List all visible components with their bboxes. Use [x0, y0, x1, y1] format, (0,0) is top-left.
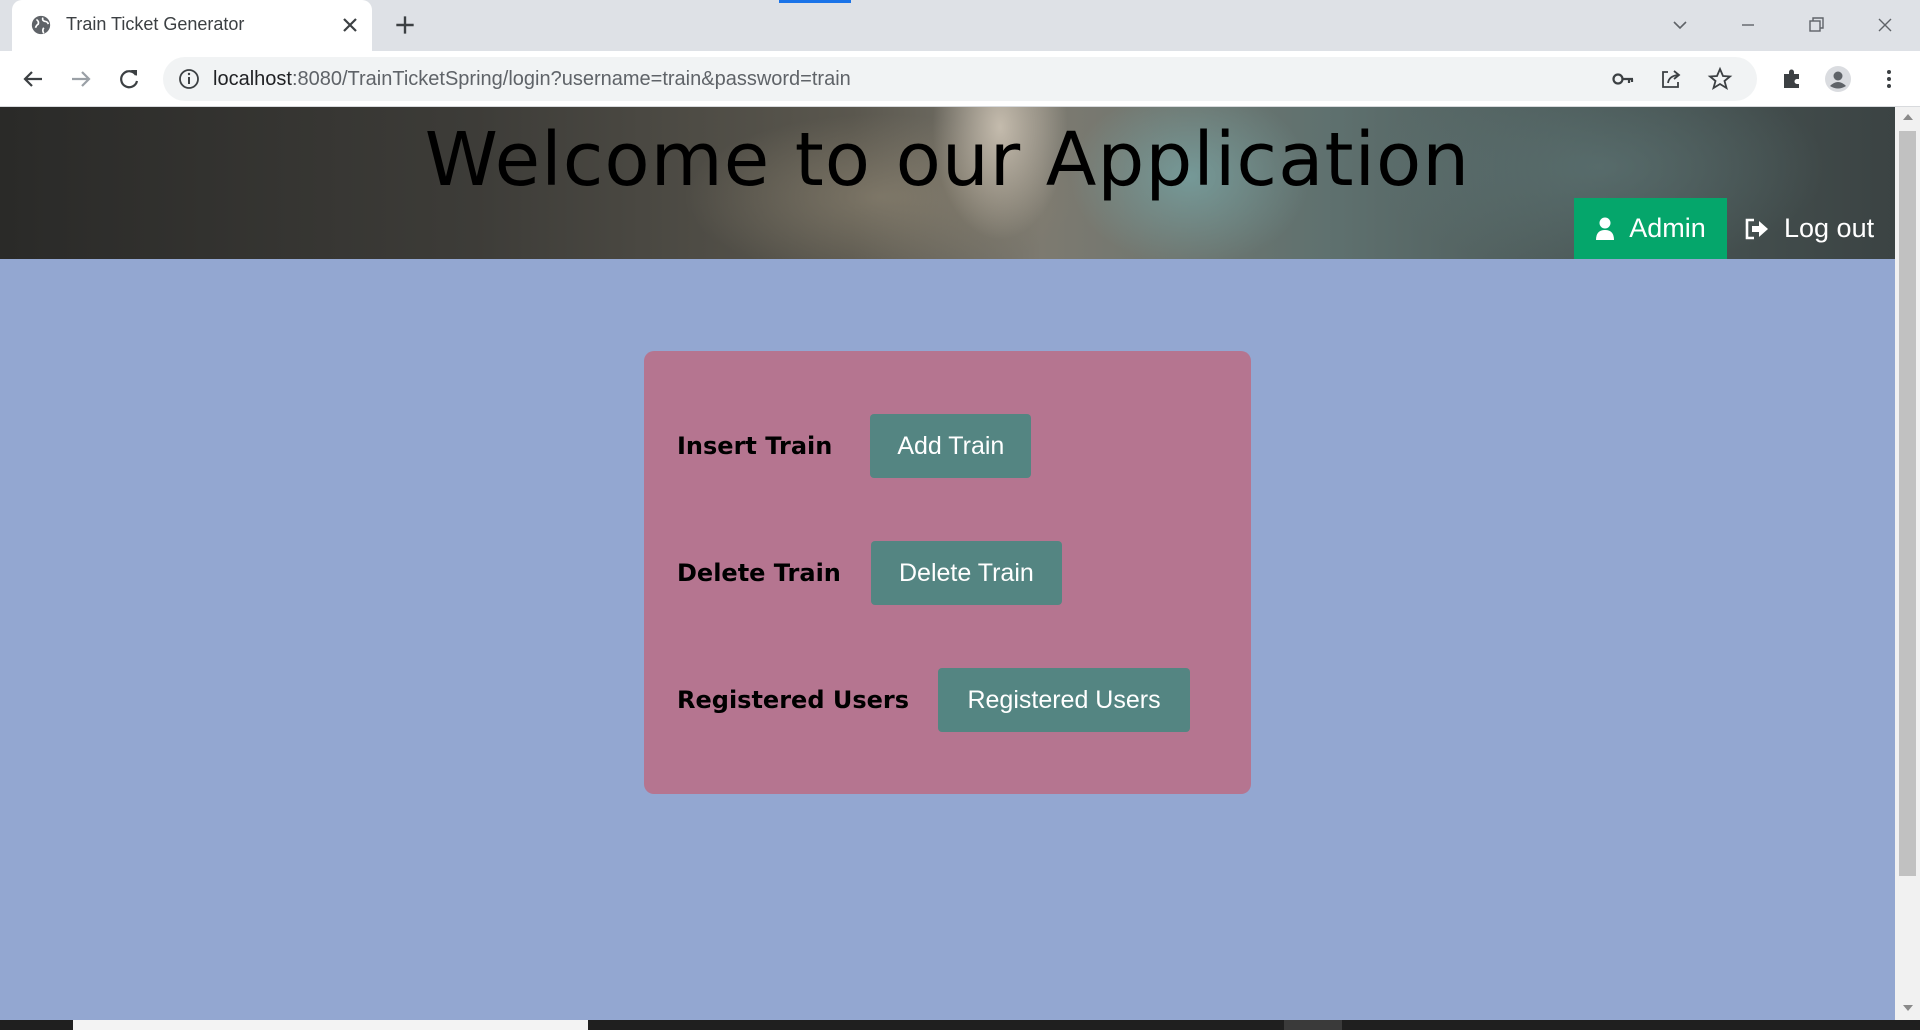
kebab-menu-icon[interactable] — [1874, 64, 1904, 94]
window-close-icon[interactable] — [1870, 10, 1900, 40]
page-viewport: Welcome to our Application Admin Log out… — [0, 107, 1895, 1020]
url-host: localhost — [213, 68, 292, 90]
insert-train-row: Insert Train Add Train — [677, 414, 1032, 478]
admin-panel: Insert Train Add Train Delete Train Dele… — [644, 351, 1251, 794]
key-icon[interactable] — [1610, 66, 1636, 92]
registered-users-button[interactable]: Registered Users — [938, 668, 1191, 732]
back-arrow-icon[interactable] — [18, 64, 48, 94]
taskbar-app-item[interactable] — [1284, 1020, 1342, 1030]
taskbar-search-box[interactable] — [73, 1020, 588, 1030]
delete-train-label: Delete Train — [677, 559, 841, 587]
user-icon — [1596, 217, 1615, 240]
delete-train-row: Delete Train Delete Train — [677, 541, 1062, 605]
profile-icon[interactable] — [1823, 64, 1853, 94]
browser-tab[interactable]: Train Ticket Generator — [12, 0, 372, 51]
star-icon[interactable] — [1707, 66, 1733, 92]
page-header: Welcome to our Application Admin Log out — [0, 107, 1895, 259]
admin-button[interactable]: Admin — [1574, 198, 1727, 259]
plus-icon[interactable] — [392, 12, 418, 38]
admin-label: Admin — [1629, 213, 1706, 243]
insert-train-label: Insert Train — [677, 432, 833, 460]
registered-users-label: Registered Users — [677, 686, 910, 714]
url-text[interactable]: localhost:8080/TrainTicketSpring/login?u… — [213, 68, 851, 91]
page-title: Welcome to our Application — [424, 117, 1471, 203]
close-icon[interactable] — [338, 13, 362, 37]
forward-arrow-icon[interactable] — [66, 64, 96, 94]
tab-loading-indicator — [779, 0, 851, 3]
scroll-thumb[interactable] — [1899, 131, 1916, 876]
info-icon[interactable] — [177, 67, 201, 91]
url-path: :8080/TrainTicketSpring/login?username=t… — [291, 68, 851, 90]
browser-toolbar: localhost:8080/TrainTicketSpring/login?u… — [0, 51, 1920, 107]
tab-strip: Train Ticket Generator — [0, 0, 1920, 51]
logout-icon — [1745, 218, 1768, 239]
minimize-icon[interactable] — [1733, 10, 1763, 40]
add-train-button[interactable]: Add Train — [870, 414, 1032, 478]
scroll-up-arrow-icon[interactable] — [1903, 114, 1913, 120]
address-bar[interactable]: localhost:8080/TrainTicketSpring/login?u… — [163, 57, 1757, 101]
share-icon[interactable] — [1658, 66, 1684, 92]
registered-users-row: Registered Users Registered Users — [677, 668, 1191, 732]
vertical-scrollbar[interactable] — [1895, 107, 1920, 1020]
globe-icon — [31, 15, 51, 35]
scroll-down-arrow-icon[interactable] — [1903, 1005, 1913, 1011]
chevron-down-icon[interactable] — [1665, 10, 1695, 40]
reload-icon[interactable] — [114, 64, 144, 94]
restore-icon[interactable] — [1801, 10, 1831, 40]
tab-title: Train Ticket Generator — [66, 14, 245, 34]
logout-button[interactable]: Log out — [1744, 198, 1894, 259]
delete-train-button[interactable]: Delete Train — [870, 541, 1062, 605]
taskbar — [0, 1020, 1920, 1030]
puzzle-icon[interactable] — [1777, 64, 1807, 94]
logout-label: Log out — [1784, 213, 1875, 243]
